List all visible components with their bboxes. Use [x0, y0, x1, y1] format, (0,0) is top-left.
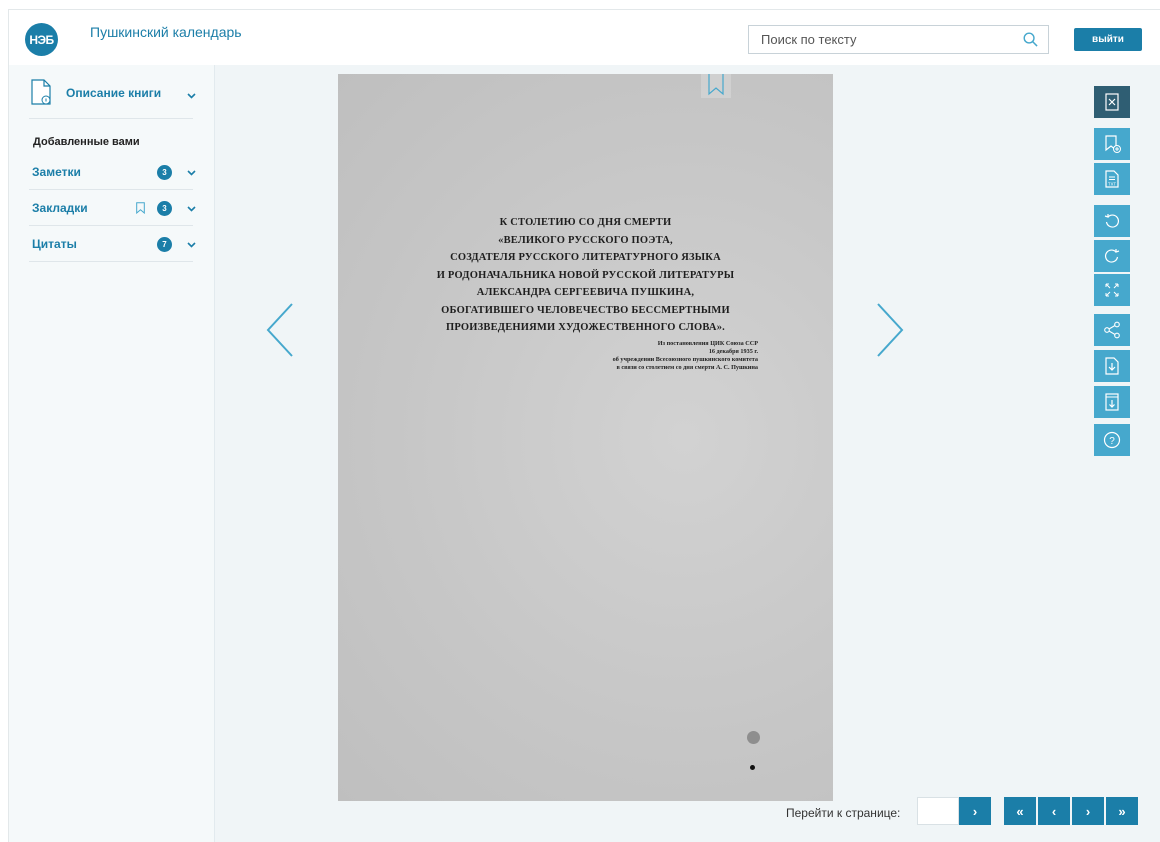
- sidebar-item-notes[interactable]: Заметки 3: [29, 154, 196, 190]
- fullscreen-button[interactable]: [1094, 274, 1130, 306]
- book-description-label: Описание книги: [66, 86, 162, 100]
- add-bookmark-icon: [1105, 135, 1121, 153]
- goto-page-button[interactable]: ›: [959, 797, 991, 825]
- count-badge: 3: [157, 165, 172, 180]
- add-bookmark-button[interactable]: [1094, 128, 1130, 160]
- page-text-line: И РОДОНАЧАЛЬНИКА НОВОЙ РУССКОЙ ЛИТЕРАТУР…: [436, 269, 735, 281]
- rotate-right-icon: [1104, 249, 1120, 263]
- chevron-down-icon: [187, 206, 196, 212]
- page-stain: [750, 765, 755, 770]
- page-text-line: АЛЕКСАНДРА СЕРГЕЕВИЧА ПУШКИНА,: [476, 287, 695, 298]
- page-citation-note: Из постановления ЦИК Союза ССР 16 декабр…: [543, 340, 758, 372]
- goto-page-label: Перейти к странице:: [786, 806, 901, 820]
- page-heading-text: К СТОЛЕТИЮ СО ДНЯ СМЕРТИ «ВЕЛИКОГО РУССК…: [338, 214, 833, 337]
- sidebar-item-quotes[interactable]: Цитаты 7: [29, 226, 196, 262]
- page-text-line: «ВЕЛИКОГО РУССКОГО ПОЭТА,: [498, 234, 673, 246]
- header: НЭБ Пушкинский календарь выйти: [8, 9, 1160, 65]
- close-book-button[interactable]: [1094, 86, 1130, 118]
- help-icon: ?: [1103, 431, 1121, 449]
- page-text-line: К СТОЛЕТИЮ СО ДНЯ СМЕРТИ: [499, 217, 672, 228]
- first-page-button[interactable]: «: [1004, 797, 1036, 825]
- share-button[interactable]: [1094, 314, 1130, 346]
- goto-page-input[interactable]: [917, 797, 959, 825]
- text-version-button[interactable]: TXT: [1094, 163, 1130, 195]
- bookmark-icon: [136, 202, 145, 214]
- search-icon[interactable]: [1023, 32, 1038, 47]
- download-page-button[interactable]: [1094, 350, 1130, 382]
- next-page-arrow-icon[interactable]: [875, 302, 905, 358]
- count-badge: 7: [157, 237, 172, 252]
- note-line: об учреждении Всесоюзного пушкинского ко…: [612, 356, 758, 363]
- search-box: [748, 25, 1049, 54]
- svg-text:?: ?: [1109, 436, 1115, 447]
- sidebar-item-label: Закладки: [32, 201, 88, 215]
- chevron-down-icon: [187, 93, 196, 99]
- page-text-line: СОЗДАТЕЛЯ РУССКОГО ЛИТЕРАТУРНОГО ЯЗЫКА: [450, 252, 721, 263]
- book-title: Пушкинский календарь: [90, 24, 242, 40]
- document-info-icon: [31, 79, 51, 105]
- chevron-down-icon: [187, 242, 196, 248]
- rotate-left-icon: [1104, 214, 1120, 228]
- txt-icon: TXT: [1105, 170, 1119, 188]
- rotate-left-button[interactable]: [1094, 205, 1130, 237]
- page-text-line: ПРОИЗВЕДЕНИЯМИ ХУДОЖЕСТВЕННОГО СЛОВА».: [445, 322, 725, 333]
- download-book-icon: [1105, 393, 1119, 411]
- share-icon: [1104, 321, 1120, 339]
- logout-button[interactable]: выйти: [1074, 28, 1142, 51]
- help-button[interactable]: ?: [1094, 424, 1130, 456]
- download-page-icon: [1105, 357, 1119, 375]
- last-page-button[interactable]: »: [1106, 797, 1138, 825]
- page-stain: [747, 731, 760, 744]
- previous-page-button[interactable]: ‹: [1038, 797, 1070, 825]
- close-book-icon: [1105, 93, 1119, 111]
- next-page-button[interactable]: ›: [1072, 797, 1104, 825]
- book-page: К СТОЛЕТИЮ СО ДНЯ СМЕРТИ «ВЕЛИКОГО РУССК…: [338, 74, 833, 801]
- reader-area: Описание книги Добавленные вами Заметки …: [8, 65, 1160, 842]
- note-line: 16 декабря 1935 г.: [708, 348, 758, 355]
- sidebar: Описание книги Добавленные вами Заметки …: [9, 65, 215, 842]
- svg-text:TXT: TXT: [1108, 182, 1116, 187]
- fullscreen-icon: [1105, 283, 1119, 297]
- neb-logo[interactable]: НЭБ: [25, 23, 58, 56]
- sidebar-item-label: Заметки: [32, 165, 81, 179]
- previous-page-arrow-icon[interactable]: [265, 302, 295, 358]
- sidebar-item-bookmarks[interactable]: Закладки 3: [29, 190, 196, 226]
- download-book-button[interactable]: [1094, 386, 1130, 418]
- note-line: Из постановления ЦИК Союза ССР: [657, 340, 758, 347]
- sidebar-item-label: Цитаты: [32, 237, 77, 251]
- count-badge: 3: [157, 201, 172, 216]
- book-description-toggle[interactable]: Описание книги: [29, 77, 196, 119]
- page-text-line: ОБОГАТИВШЕГО ЧЕЛОВЕЧЕСТВО БЕССМЕРТНЫМИ: [441, 304, 730, 316]
- added-by-you-heading: Добавленные вами: [33, 136, 140, 148]
- rotate-right-button[interactable]: [1094, 240, 1130, 272]
- search-input[interactable]: [749, 26, 1009, 53]
- note-line: в связи со столетием со дня смерти А. С.…: [616, 364, 758, 371]
- chevron-down-icon: [187, 170, 196, 176]
- page-bookmark-icon[interactable]: [701, 74, 731, 98]
